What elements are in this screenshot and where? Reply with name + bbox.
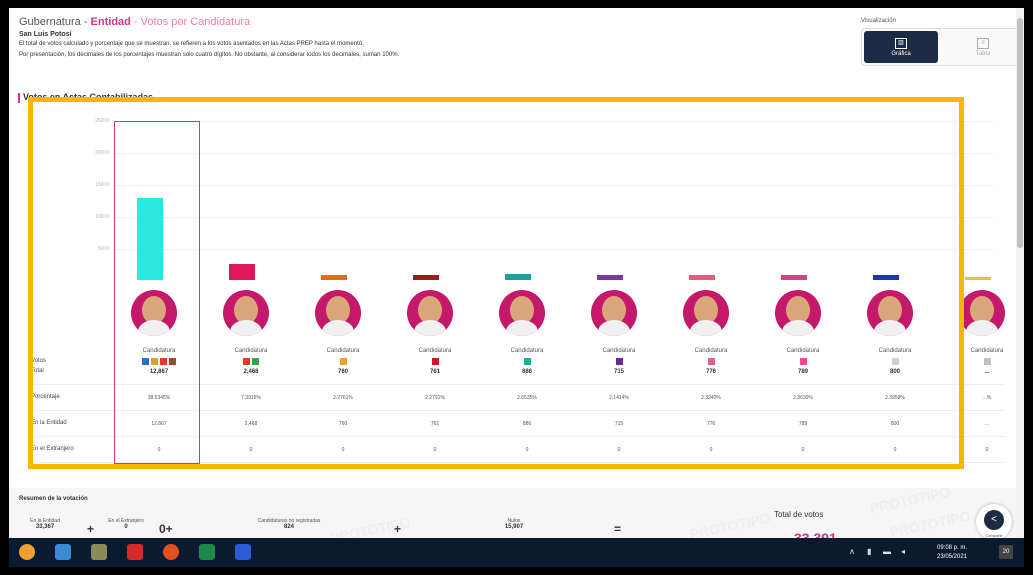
summary-in-entity: En la Entidad 33,367: [23, 518, 67, 530]
clock-date: 23/05/2021: [937, 554, 968, 560]
taskbar-clock[interactable]: 09:08 p. m. 23/05/2021: [937, 544, 967, 562]
excel-icon[interactable]: [199, 544, 215, 560]
summary-null: Nulos 15,907: [489, 518, 539, 530]
description-line-1: El total de votos calculado y porcentaje…: [19, 41, 364, 47]
clock-time: 09:08 p. m.: [937, 545, 968, 551]
title-prefix: Gubernatura -: [19, 16, 91, 28]
visualization-label: Visualización: [861, 18, 896, 24]
highlight-frame: [28, 97, 964, 469]
table-view-button[interactable]: ≡ Tabla: [946, 31, 1020, 63]
summary-unregistered-value: 824: [283, 524, 294, 530]
windows-taskbar: ∧ ▮ ▬ ◂ 09:08 p. m. 23/05/2021 20: [9, 538, 1024, 567]
pdf-icon[interactable]: [127, 544, 143, 560]
equals-icon: =: [614, 522, 622, 536]
volume-icon[interactable]: ◂: [901, 547, 905, 556]
share-icon: <: [984, 510, 1004, 530]
page-title: Gubernatura - Entidad - Votos por Candid…: [19, 16, 839, 28]
share-button[interactable]: < Compartir: [976, 504, 1012, 540]
plus-icon: 0+: [159, 522, 173, 536]
page-scrollbar[interactable]: [1016, 8, 1024, 538]
table-view-label: Tabla: [975, 50, 991, 57]
chart-view-label: Gráfica: [891, 50, 911, 57]
people-icon[interactable]: [55, 544, 71, 560]
folder-icon[interactable]: [91, 544, 107, 560]
chart-icon: ▥: [895, 37, 907, 49]
title-suffix: - Votos por Candidatura: [130, 16, 251, 28]
summary-null-value: 15,907: [504, 524, 524, 530]
network-icon[interactable]: ▮: [867, 547, 871, 556]
table-icon: ≡: [977, 37, 989, 49]
visualization-toggle: ▥ Gráfica ≡ Tabla: [861, 28, 1023, 66]
chevron-up-icon[interactable]: ∧: [849, 547, 855, 556]
watermark: PROTOTIPO: [868, 483, 952, 517]
candidate-bar[interactable]: [965, 277, 991, 280]
candidate-avatar: [959, 290, 1005, 336]
word-icon[interactable]: [235, 544, 251, 560]
summary-abroad-value: 0: [124, 524, 128, 530]
windows-icon[interactable]: [19, 544, 35, 560]
scrollbar-thumb[interactable]: [1017, 18, 1023, 248]
description-line-2: Por presentación, los decimales de los p…: [19, 52, 400, 58]
notification-icon[interactable]: 20: [999, 545, 1013, 559]
battery-icon[interactable]: ▬: [883, 547, 891, 556]
summary-abroad: En el Extranjero 0: [101, 518, 151, 530]
page-header: Gubernatura - Entidad - Votos por Candid…: [19, 16, 839, 60]
total-votes-label: Total de votos: [774, 510, 824, 519]
summary-title: Resumen de la votación: [19, 496, 88, 502]
chart-view-button[interactable]: ▥ Gráfica: [864, 31, 938, 63]
summary-in-entity-value: 33,367: [35, 524, 55, 530]
plus-icon: +: [87, 522, 95, 536]
title-entity: Entidad: [90, 16, 131, 28]
chrome-icon[interactable]: [163, 544, 179, 560]
party-logo-icon: [983, 358, 991, 365]
state-name: San Luis Potosí: [19, 31, 72, 38]
watermark: PROTOTIPO: [888, 507, 972, 541]
summary-unregistered: Candidaturas no registradas 824: [234, 518, 344, 530]
